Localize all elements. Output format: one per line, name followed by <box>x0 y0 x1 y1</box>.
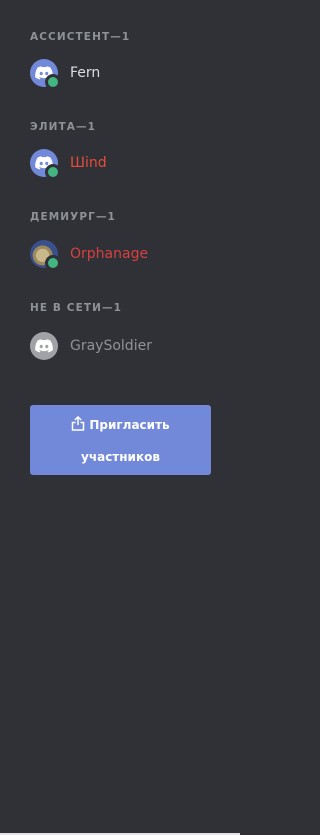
invite-button-label-line1: Пригласить <box>89 418 170 432</box>
member-graysoldier[interactable]: GraySoldier <box>30 330 225 362</box>
group-header-demiurge: ДЕМИУРГ—1 <box>30 211 116 223</box>
invite-members-button[interactable]: Пригласить участников <box>30 405 211 475</box>
group-header-assistant: АССИСТЕНТ—1 <box>30 31 131 43</box>
member-fern[interactable]: Fern <box>30 57 225 90</box>
avatar <box>30 332 58 360</box>
online-status-indicator <box>45 164 61 180</box>
member-orphanage[interactable]: Orphanage <box>30 238 225 271</box>
member-name: Fern <box>70 65 101 81</box>
online-status-indicator <box>45 255 61 271</box>
group-header-offline: НЕ В СЕТИ—1 <box>30 302 123 314</box>
online-status-indicator <box>45 74 61 90</box>
member-shind[interactable]: Шind <box>30 147 225 180</box>
invite-button-label-line2: участников <box>81 450 160 464</box>
avatar <box>30 149 61 180</box>
member-name: GraySoldier <box>70 338 152 354</box>
avatar <box>30 240 61 271</box>
member-name: Шind <box>70 155 107 171</box>
avatar <box>30 59 61 90</box>
group-header-elite: ЭЛИТА—1 <box>30 121 97 133</box>
member-name: Orphanage <box>70 246 149 262</box>
member-list: АССИСТЕНТ—1 Fern ЭЛИТА—1 Шind ДЕМИУРГ—1 … <box>0 0 240 833</box>
discord-logo-icon <box>30 332 58 360</box>
share-upload-icon <box>71 412 85 442</box>
